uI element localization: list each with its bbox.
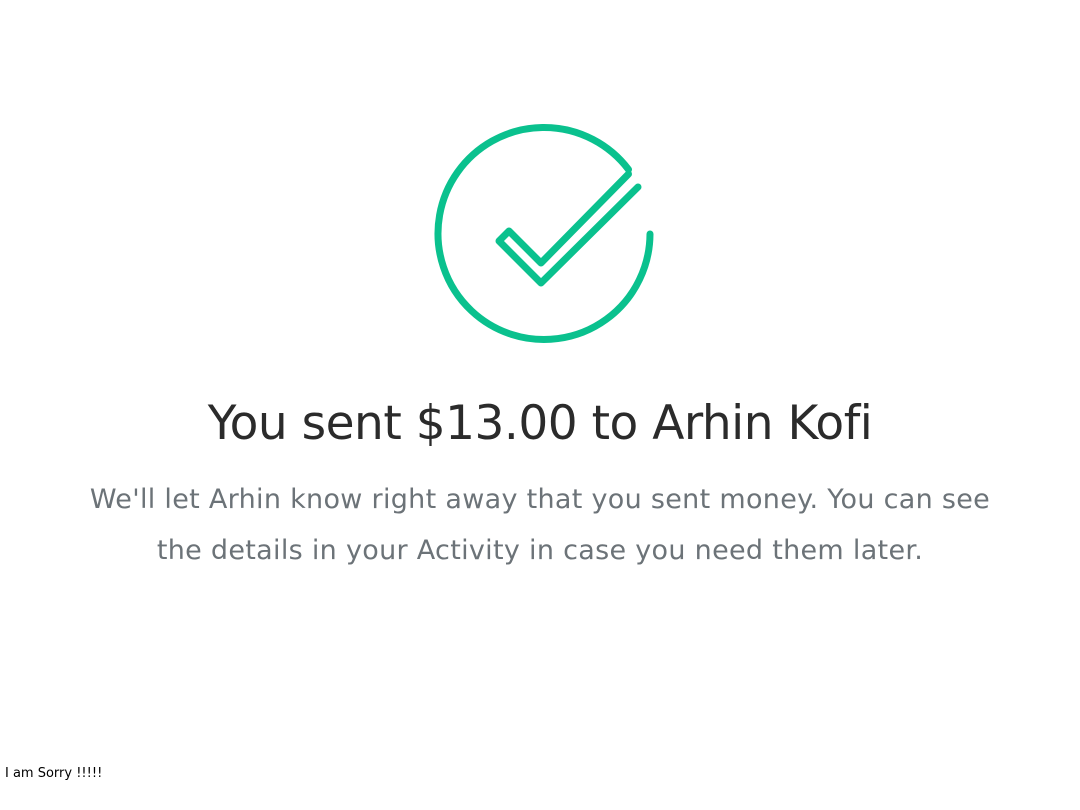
check-circle-icon	[425, 118, 665, 350]
payment-confirmation-page: You sent $13.00 to Arhin Kofi We'll let …	[0, 0, 1080, 810]
confirmation-message: We'll let Arhin know right away that you…	[89, 484, 991, 566]
confirmation-title: You sent $13.00 to Arhin Kofi	[207, 396, 873, 451]
footer-note: I am Sorry !!!!!	[5, 766, 103, 781]
